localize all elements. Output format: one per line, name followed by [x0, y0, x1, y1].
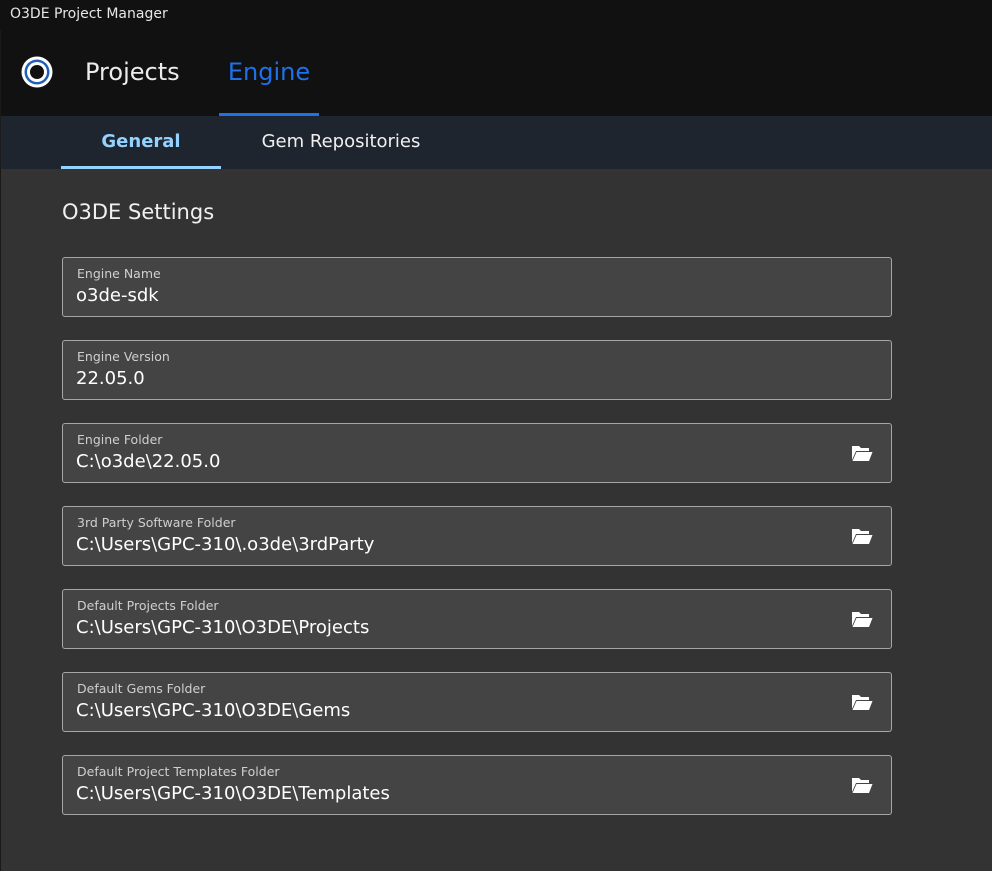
tab-projects[interactable]: Projects	[85, 30, 180, 116]
folder-open-icon[interactable]	[851, 610, 873, 628]
field-label: Engine Folder	[77, 432, 163, 447]
field-value[interactable]: C:\o3de\22.05.0	[76, 451, 220, 472]
field-label: Default Project Templates Folder	[77, 764, 280, 779]
window-title-bar: O3DE Project Manager	[0, 0, 992, 30]
header-bar: Projects Engine	[1, 30, 992, 116]
folder-open-icon[interactable]	[851, 527, 873, 545]
field-label: Default Projects Folder	[77, 598, 219, 613]
default-projects-folder-field[interactable]: Default Projects Folder C:\Users\GPC-310…	[62, 589, 892, 649]
folder-open-icon[interactable]	[851, 776, 873, 794]
folder-open-icon[interactable]	[851, 693, 873, 711]
engine-folder-field[interactable]: Engine Folder C:\o3de\22.05.0	[62, 423, 892, 483]
third-party-folder-field[interactable]: 3rd Party Software Folder C:\Users\GPC-3…	[62, 506, 892, 566]
subtab-gem-repositories[interactable]: Gem Repositories	[249, 116, 433, 169]
field-value[interactable]: C:\Users\GPC-310\.o3de\3rdParty	[76, 534, 374, 555]
o3de-logo-icon	[21, 56, 53, 88]
field-value[interactable]: o3de-sdk	[76, 285, 159, 306]
folder-open-icon[interactable]	[851, 444, 873, 462]
field-value[interactable]: C:\Users\GPC-310\O3DE\Gems	[76, 700, 350, 721]
section-title: O3DE Settings	[62, 200, 215, 224]
engine-name-field[interactable]: Engine Name o3de-sdk	[62, 257, 892, 317]
engine-subtab-bar: General Gem Repositories	[1, 116, 992, 169]
default-gems-folder-field[interactable]: Default Gems Folder C:\Users\GPC-310\O3D…	[62, 672, 892, 732]
field-value[interactable]: C:\Users\GPC-310\O3DE\Templates	[76, 783, 390, 804]
field-label: Engine Version	[77, 349, 170, 364]
field-value[interactable]: C:\Users\GPC-310\O3DE\Projects	[76, 617, 369, 638]
engine-version-field[interactable]: Engine Version 22.05.0	[62, 340, 892, 400]
default-project-templates-folder-field[interactable]: Default Project Templates Folder C:\User…	[62, 755, 892, 815]
subtab-general[interactable]: General	[61, 116, 221, 169]
field-label: 3rd Party Software Folder	[77, 515, 236, 530]
window-title: O3DE Project Manager	[10, 6, 168, 22]
field-label: Default Gems Folder	[77, 681, 206, 696]
tab-engine[interactable]: Engine	[219, 30, 319, 116]
field-value[interactable]: 22.05.0	[76, 368, 145, 389]
field-label: Engine Name	[77, 266, 161, 281]
